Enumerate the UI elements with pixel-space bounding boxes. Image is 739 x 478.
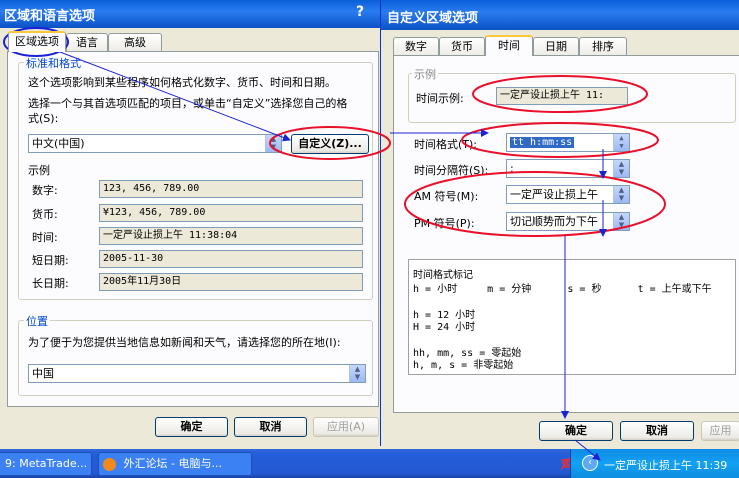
annotation-ellipse-sample [472,75,648,113]
tab-time[interactable]: 时间 [485,35,533,56]
annotation-ellipse-format [461,122,659,158]
annotation-arrow-tab-to-customize [59,51,291,142]
annotation-ellipse-customize [269,126,391,160]
annotation-overlay [3,27,666,461]
annotation-arrow-ok-to-tray [574,439,601,461]
annotation-ellipse-ampm [404,171,666,237]
tab-regional-options[interactable]: 区域选项 [8,31,66,52]
